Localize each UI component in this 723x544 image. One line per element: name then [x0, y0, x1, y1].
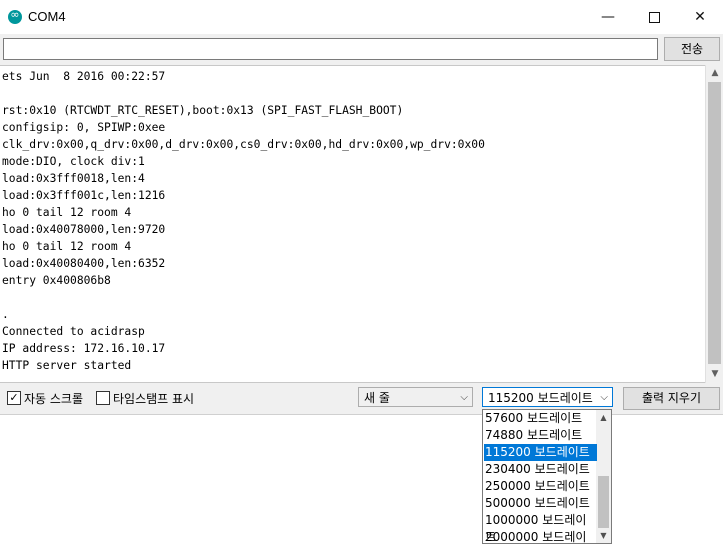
baud-rate-select[interactable]: 115200 보드레이트 ⌵ — [482, 387, 613, 407]
send-button[interactable]: 전송 — [664, 37, 720, 61]
baud-rate-dropdown[interactable]: ▲ ▼ 57600 보드레이트 74880 보드레이트 115200 보드레이트 23… — [482, 409, 612, 544]
autoscroll-label[interactable]: 자동 스크롤 — [24, 390, 83, 407]
chevron-down-icon: ⌵ — [460, 392, 468, 403]
dropdown-scrollbar[interactable]: ▲ ▼ — [596, 410, 611, 543]
baud-rate-value: 115200 보드레이트 — [488, 391, 593, 405]
window-title: COM4 — [28, 9, 66, 24]
output-line: HTTP server started — [2, 359, 132, 372]
baud-option[interactable]: 57600 보드레이트 — [484, 410, 597, 427]
baud-option[interactable]: 115200 보드레이트 — [484, 444, 597, 461]
output-line: Connected to acidrasp — [2, 325, 145, 338]
maximize-button[interactable] — [631, 0, 677, 34]
output-line: entry 0x400806b8 — [2, 274, 111, 287]
baud-option[interactable]: 74880 보드레이트 — [484, 427, 597, 444]
arduino-icon — [8, 8, 22, 24]
scroll-up-arrow-icon[interactable]: ▲ — [706, 65, 723, 82]
output-line: load:0x3fff0018,len:4 — [2, 172, 145, 185]
close-button[interactable]: ✕ — [677, 0, 723, 34]
baud-option[interactable]: 1000000 보드레이트 — [484, 512, 597, 543]
output-line: ho 0 tail 12 room 4 — [2, 240, 132, 253]
scroll-up-arrow-icon[interactable]: ▲ — [596, 410, 611, 425]
output-scrollbar[interactable]: ▲ ▼ — [705, 65, 723, 383]
baud-option[interactable]: 500000 보드레이트 — [484, 495, 597, 512]
output-line: clk_drv:0x00,q_drv:0x00,d_drv:0x00,cs0_d… — [2, 138, 485, 151]
baud-option[interactable]: 2000000 보드레이트 — [484, 529, 597, 543]
clear-output-button[interactable]: 출력 지우기 — [623, 387, 720, 410]
dropdown-scrollbar-thumb[interactable] — [598, 476, 609, 528]
minimize-button[interactable]: — — [585, 0, 631, 34]
serial-output[interactable]: ets Jun 8 2016 00:22:57 rst:0x10 (RTCWDT_… — [0, 65, 705, 383]
autoscroll-checkbox[interactable]: ✓ — [7, 391, 21, 405]
output-line: . — [2, 308, 9, 321]
send-input[interactable] — [3, 38, 658, 60]
serial-output-text: ets Jun 8 2016 00:22:57 rst:0x10 (RTCWDT_… — [2, 68, 485, 374]
output-line: load:0x40078000,len:9720 — [2, 223, 166, 236]
output-line: ho 0 tail 12 room 4 — [2, 206, 132, 219]
serial-monitor-window: COM4 — ✕ 전송 ets Jun 8 2016 00:22:57 rst:0… — [0, 0, 723, 415]
scroll-down-arrow-icon[interactable]: ▼ — [706, 366, 723, 383]
title-bar[interactable]: COM4 — ✕ — [0, 0, 723, 34]
close-icon: ✕ — [694, 9, 706, 25]
baud-option[interactable]: 250000 보드레이트 — [484, 478, 597, 495]
scroll-down-arrow-icon[interactable]: ▼ — [596, 528, 611, 543]
chevron-down-icon: ⌵ — [600, 392, 608, 403]
scrollbar-thumb[interactable] — [708, 82, 721, 364]
output-line: IP address: 172.16.10.17 — [2, 342, 166, 355]
line-ending-select[interactable]: 새 줄 ⌵ — [358, 387, 473, 407]
line-ending-value: 새 줄 — [364, 391, 390, 405]
timestamp-label[interactable]: 타임스탬프 표시 — [113, 390, 194, 407]
output-line: configsip: 0, SPIWP:0xee — [2, 121, 166, 134]
baud-option[interactable]: 230400 보드레이트 — [484, 461, 597, 478]
minimize-icon: — — [601, 9, 615, 25]
bottom-toolbar: ✓ 자동 스크롤 타임스탬프 표시 새 줄 ⌵ 115200 보드레이트 ⌵ 출… — [0, 384, 723, 414]
output-line: rst:0x10 (RTCWDT_RTC_RESET),boot:0x13 (S… — [2, 104, 404, 117]
output-line: ets Jun 8 2016 00:22:57 — [2, 70, 166, 83]
output-line: load:0x3fff001c,len:1216 — [2, 189, 166, 202]
maximize-icon — [648, 11, 660, 23]
output-line: load:0x40080400,len:6352 — [2, 257, 166, 270]
timestamp-checkbox[interactable] — [96, 391, 110, 405]
output-line: mode:DIO, clock div:1 — [2, 155, 145, 168]
